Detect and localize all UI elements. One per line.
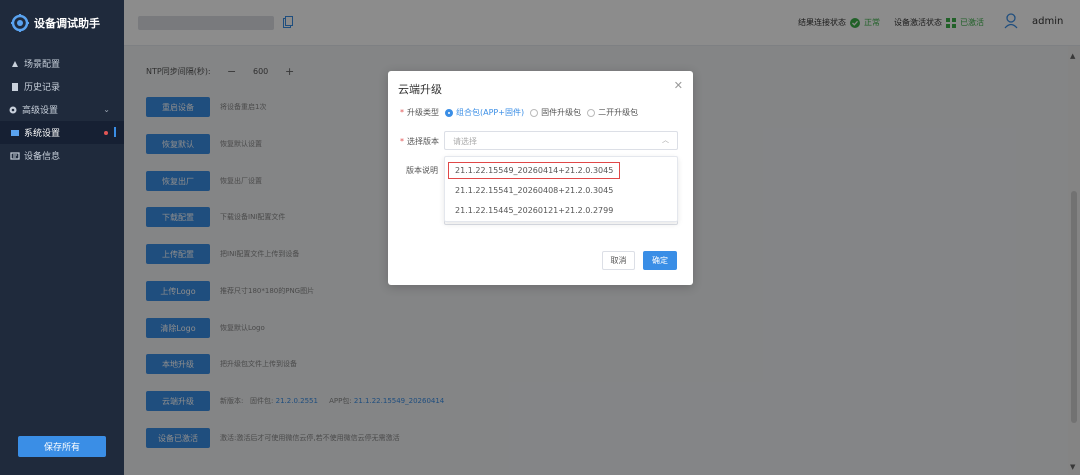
version-select[interactable]: 请选择 ︿ (444, 131, 678, 150)
version-option[interactable]: 21.1.22.15541_20260408+21.2.0.3045 (455, 186, 613, 195)
radio-custom-package[interactable]: 二开升级包 (587, 107, 638, 118)
sidebar-item-label: 设备信息 (24, 152, 61, 162)
save-all-button[interactable]: 保存所有 (18, 436, 106, 457)
chevron-up-icon: ︿ (662, 136, 669, 144)
confirm-button[interactable]: 确定 (643, 251, 677, 270)
version-label: 选择版本 (407, 137, 439, 146)
dialog-title: 云端升级 (398, 83, 442, 96)
radio-label: 组合包(APP+固件) (456, 108, 525, 117)
close-icon[interactable]: ✕ (674, 79, 683, 92)
sidebar-item-scene[interactable]: 场景配置 (0, 52, 124, 75)
radio-combo-package[interactable]: 组合包(APP+固件) (445, 107, 524, 118)
radio-checked-icon (445, 108, 453, 117)
notes-row: 版本说明 (406, 165, 438, 176)
cancel-button[interactable]: 取消 (602, 251, 635, 270)
radio-label: 固件升级包 (541, 108, 582, 117)
radio-label: 二开升级包 (598, 108, 639, 117)
radio-firmware-package[interactable]: 固件升级包 (530, 107, 581, 118)
sidebar: 设备调试助手 场景配置 历史记录 高级设置 ⌄ 系统设置 设备信息 保存所有 (0, 0, 124, 475)
upgrade-type-row: * 升级类型 组合包(APP+固件) 固件升级包 二开升级包 (400, 107, 644, 118)
sidebar-item-system[interactable]: 系统设置 (0, 121, 124, 144)
chevron-down-icon: ⌄ (103, 105, 110, 114)
cloud-upgrade-dialog: 云端升级 ✕ * 升级类型 组合包(APP+固件) 固件升级包 二开升级包 * … (388, 71, 693, 285)
version-row: * 选择版本 (400, 136, 439, 147)
app-logo: 设备调试助手 (0, 0, 124, 46)
sidebar-item-label: 高级设置 (22, 106, 59, 116)
notes-label: 版本说明 (406, 166, 438, 175)
version-dropdown: 21.1.22.15549_20260414+21.2.0.3045 21.1.… (444, 156, 678, 222)
sidebar-item-device-info[interactable]: 设备信息 (0, 144, 124, 167)
notification-dot (104, 131, 108, 135)
system-icon (11, 129, 19, 136)
sidebar-item-history[interactable]: 历史记录 (0, 75, 124, 98)
version-option[interactable]: 21.1.22.15445_20260121+21.2.0.2799 (455, 206, 613, 215)
version-placeholder: 请选择 (453, 137, 477, 146)
version-option[interactable]: 21.1.22.15549_20260414+21.2.0.3045 (448, 162, 621, 179)
active-indicator (114, 127, 116, 137)
sidebar-item-label: 系统设置 (24, 129, 61, 139)
radio-icon (530, 108, 539, 117)
radio-icon (587, 108, 596, 117)
info-icon (10, 151, 20, 160)
sidebar-item-advanced[interactable]: 高级设置 ⌄ (0, 98, 124, 121)
history-icon (12, 82, 18, 91)
logo-gear-icon (11, 14, 29, 32)
required-mark: * (400, 108, 404, 117)
sidebar-item-label: 历史记录 (24, 83, 61, 93)
app-title: 设备调试助手 (34, 17, 100, 30)
gear-icon (9, 106, 17, 113)
sidebar-item-label: 场景配置 (24, 60, 61, 70)
upgrade-type-label: 升级类型 (407, 108, 439, 117)
scene-icon (12, 60, 18, 67)
required-mark: * (400, 137, 404, 146)
sidebar-menu: 场景配置 历史记录 高级设置 ⌄ 系统设置 设备信息 (0, 52, 124, 167)
